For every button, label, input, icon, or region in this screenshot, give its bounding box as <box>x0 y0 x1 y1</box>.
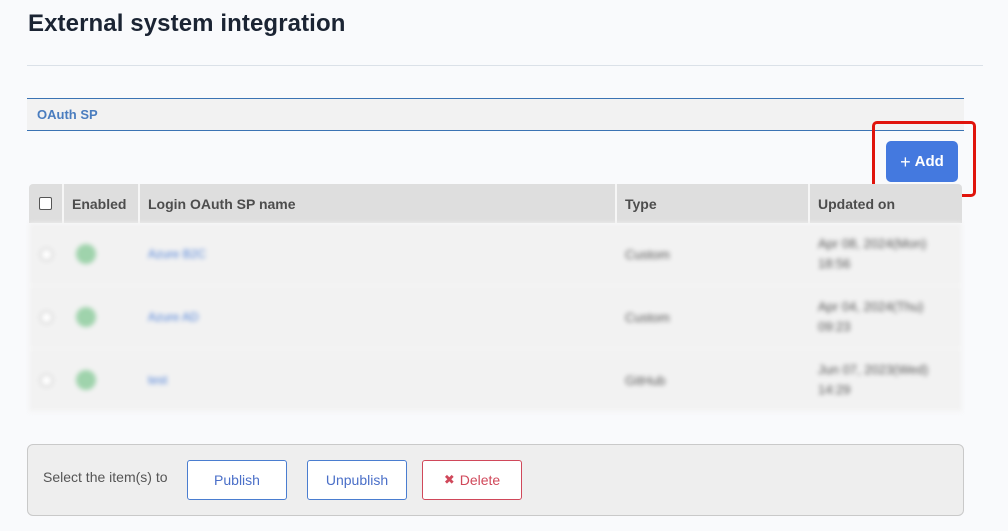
updated-cell: Jun 07, 2023(Wed) 14:29 <box>810 349 962 411</box>
updated-on-text: Apr 04, 2024(Thu) 09:23 <box>818 299 924 334</box>
unpublish-button[interactable]: Unpublish <box>307 460 407 500</box>
page-title: External system integration <box>28 10 346 37</box>
column-header-type[interactable]: Type <box>617 184 810 223</box>
row-select-cell <box>29 349 64 411</box>
type-cell: GitHub <box>625 372 666 388</box>
oauth-sp-table: Enabled Login OAuth SP name Type Updated… <box>29 184 962 412</box>
delete-button-label: Delete <box>459 472 501 488</box>
x-icon: ✖ <box>443 472 455 487</box>
column-header-enabled[interactable]: Enabled <box>64 184 140 223</box>
updated-on-text: Apr 08, 2024(Mon) 18:56 <box>818 236 927 271</box>
sp-name-link[interactable]: test <box>148 373 167 387</box>
sp-name-link[interactable]: Azure B2C <box>148 247 206 261</box>
column-header-name[interactable]: Login OAuth SP name <box>140 184 617 223</box>
name-cell: Azure AD <box>140 286 617 348</box>
sp-name-link[interactable]: Azure AD <box>148 310 199 324</box>
updated-cell: Apr 04, 2024(Thu) 09:23 <box>810 286 962 348</box>
table-row: test GitHub Jun 07, 2023(Wed) 14:29 <box>29 349 962 412</box>
enabled-cell <box>64 286 140 348</box>
table-body: Azure B2C Custom Apr 08, 2024(Mon) 18:56… <box>29 223 962 412</box>
row-checkbox[interactable] <box>40 247 53 261</box>
row-select-cell <box>29 223 64 285</box>
row-select-cell <box>29 286 64 348</box>
table-row: Azure AD Custom Apr 04, 2024(Thu) 09:23 <box>29 286 962 349</box>
add-button[interactable]: + Add <box>886 141 958 182</box>
enabled-cell <box>64 223 140 285</box>
type-cell: Custom <box>625 309 670 325</box>
plus-icon: + <box>900 151 911 172</box>
type-cell: Custom <box>625 246 670 262</box>
bulk-action-label: Select the item(s) to <box>43 469 168 485</box>
publish-button[interactable]: Publish <box>187 460 287 500</box>
enabled-status-icon <box>76 244 96 264</box>
name-cell: test <box>140 349 617 411</box>
select-all-checkbox[interactable] <box>39 197 52 210</box>
name-cell: Azure B2C <box>140 223 617 285</box>
column-header-updated-on[interactable]: Updated on <box>810 184 962 223</box>
updated-on-text: Jun 07, 2023(Wed) 14:29 <box>818 362 929 397</box>
enabled-cell <box>64 349 140 411</box>
enabled-status-icon <box>76 370 96 390</box>
bulk-action-bar: Select the item(s) to Publish Unpublish … <box>27 444 964 516</box>
table-row: Azure B2C Custom Apr 08, 2024(Mon) 18:56 <box>29 223 962 286</box>
title-divider <box>27 65 983 66</box>
table-header: Enabled Login OAuth SP name Type Updated… <box>29 184 962 223</box>
row-checkbox[interactable] <box>40 310 53 324</box>
add-button-label: Add <box>914 153 944 170</box>
delete-button[interactable]: ✖ Delete <box>422 460 522 500</box>
section-label: OAuth SP <box>37 107 98 122</box>
enabled-status-icon <box>76 307 96 327</box>
updated-cell: Apr 08, 2024(Mon) 18:56 <box>810 223 962 285</box>
header-select-all-cell <box>29 184 64 223</box>
row-checkbox[interactable] <box>40 373 53 387</box>
section-header-oauth-sp: OAuth SP <box>27 98 964 131</box>
